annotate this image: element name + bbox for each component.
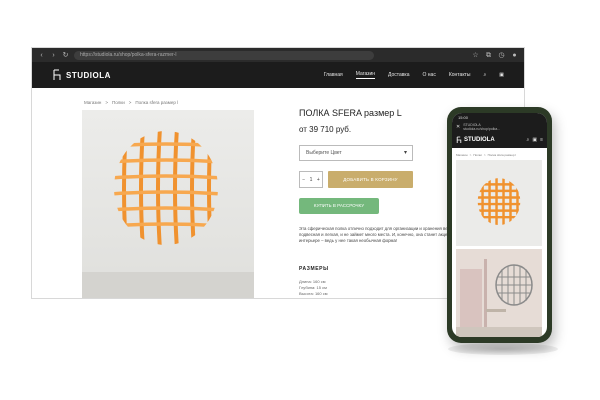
back-icon[interactable]: ‹	[38, 52, 45, 59]
chair-logo-icon	[456, 136, 462, 143]
logo-text: STUDIOLA	[66, 70, 111, 80]
breadcrumb-current: Полка sfera размер l	[135, 100, 179, 105]
site-header: STUDIOLA Главная Магазин Доставка О нас …	[32, 62, 524, 88]
image-floor	[82, 272, 254, 298]
breadcrumb-separator: >	[469, 153, 472, 157]
menu-icon[interactable]: ≡	[540, 137, 543, 143]
close-icon[interactable]: ✕	[456, 124, 460, 130]
phone-shadow	[448, 343, 558, 355]
forward-icon[interactable]: ›	[50, 52, 57, 59]
phone-address-bar[interactable]: ✕ STUDIOLA studiola.ru/shop/polka...	[452, 122, 547, 132]
phone-status-bar: 15:00	[452, 113, 547, 122]
site-logo[interactable]: STUDIOLA	[52, 69, 111, 81]
breadcrumb-separator: >	[483, 153, 486, 157]
quantity-stepper[interactable]: − 1 +	[299, 171, 323, 188]
nav-delivery[interactable]: Доставка	[388, 72, 409, 78]
color-select[interactable]: Выберите Цвет ▾	[299, 145, 413, 161]
nav-about[interactable]: О нас	[423, 72, 436, 78]
history-icon[interactable]: ◷	[498, 52, 505, 59]
buy-in-installments-button[interactable]: КУПИТЬ В РАССРОЧКУ	[299, 198, 379, 214]
size-item: Высота: 160 см	[299, 291, 328, 296]
product-price: от 39 710 руб.	[299, 125, 352, 134]
phone-url: studiola.ru/shop/polka...	[463, 127, 501, 131]
chair-logo-icon	[53, 69, 61, 80]
breadcrumb-separator: >	[128, 100, 132, 105]
breadcrumb-shelves[interactable]: Полки	[473, 153, 482, 157]
nav-shop[interactable]: Магазин	[355, 71, 376, 79]
phone-screen: 15:00 ✕ STUDIOLA studiola.ru/shop/polka.…	[452, 113, 547, 337]
chevron-down-icon: ▾	[403, 150, 407, 156]
phone-product-image[interactable]	[456, 160, 542, 246]
sphere-shelf-illustration	[477, 178, 521, 225]
cart-icon[interactable]: ▣	[532, 137, 537, 143]
color-select-value: Выберите Цвет	[306, 150, 342, 156]
sphere-shelf-illustration	[114, 131, 218, 245]
quantity-value: 1	[309, 176, 313, 183]
bookmark-icon[interactable]: ☆	[472, 52, 479, 59]
profile-icon[interactable]: ●	[511, 52, 518, 59]
phone-mockup: 15:00 ✕ STUDIOLA studiola.ru/shop/polka.…	[447, 107, 552, 343]
sizes-heading: РАЗМЕРЫ	[299, 266, 329, 272]
phone-header-icons: ⌕ ▣ ≡	[527, 137, 543, 143]
phone-logo-text: STUDIOLA	[464, 137, 495, 143]
minus-icon[interactable]: −	[302, 177, 305, 183]
reload-icon[interactable]: ↻	[62, 52, 69, 59]
phone-site-header: STUDIOLA ⌕ ▣ ≡	[452, 132, 547, 148]
breadcrumb-shelves[interactable]: Полки	[112, 100, 125, 105]
product-image[interactable]	[82, 110, 254, 298]
address-bar[interactable]: https://studiola.ru/shop/polka-sfera-raz…	[74, 50, 374, 60]
sizes-list: Длина: 160 см Глубина: 15 см Высота: 160…	[299, 279, 328, 297]
plus-icon[interactable]: +	[317, 177, 320, 183]
add-to-cart-button[interactable]: ДОБАВИТЬ В КОРЗИНУ	[328, 171, 413, 188]
nav-home[interactable]: Главная	[324, 72, 343, 78]
phone-room-image[interactable]	[456, 249, 542, 337]
breadcrumb-separator: >	[105, 100, 108, 105]
room-scene-illustration	[456, 249, 542, 337]
extensions-icon[interactable]: ⧉	[485, 52, 492, 59]
search-icon[interactable]: ⌕	[527, 137, 530, 143]
breadcrumb-current: Полка sfera размер l	[487, 153, 517, 157]
phone-site-logo[interactable]: STUDIOLA	[456, 136, 495, 144]
search-icon[interactable]: ⌕	[483, 72, 486, 78]
cart-icon[interactable]: ▣	[499, 72, 504, 78]
nav-contacts[interactable]: Контакты	[449, 72, 471, 78]
browser-toolbar: ‹ › ↻ https://studiola.ru/shop/polka-sfe…	[32, 48, 524, 62]
breadcrumb-shop[interactable]: Магазин	[84, 100, 101, 105]
breadcrumb: Магазин > Полки > Полка sfera размер l	[84, 100, 178, 105]
main-nav: Главная Магазин Доставка О нас Контакты …	[324, 71, 504, 79]
breadcrumb-shop[interactable]: Магазин	[456, 153, 468, 157]
product-title: ПОЛКА SFERA размер L	[299, 108, 402, 118]
